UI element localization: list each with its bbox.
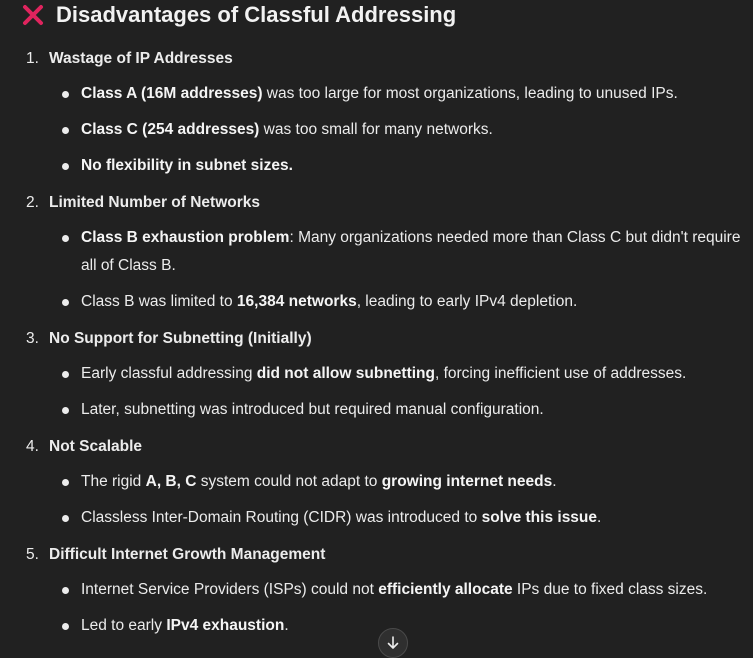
section-title: Difficult Internet Growth Management xyxy=(49,546,326,563)
text-segment: Class B was limited to xyxy=(81,293,237,310)
page-title: Disadvantages of Classful Addressing xyxy=(56,2,457,27)
bullet-dot xyxy=(62,91,69,98)
bold-text: solve this issue xyxy=(481,509,598,526)
bold-text: efficiently allocate xyxy=(378,581,513,598)
bold-text: No flexibility in subnet sizes. xyxy=(81,157,293,174)
bold-text: IPv4 exhaustion xyxy=(166,617,285,634)
x-mark-icon xyxy=(20,2,46,28)
bullet-dot xyxy=(62,623,69,630)
section-number: 1. xyxy=(26,50,39,67)
list-item: Class C (254 addresses) was too small fo… xyxy=(81,116,747,144)
bullet-dot xyxy=(62,587,69,594)
section-number: 4. xyxy=(26,438,39,455)
list-item: Class B exhaustion problem: Many organiz… xyxy=(81,224,747,280)
text-segment: The rigid xyxy=(81,473,146,490)
arrow-down-icon xyxy=(386,636,400,650)
bullet-dot xyxy=(62,163,69,170)
section-title: No Support for Subnetting (Initially) xyxy=(49,330,312,347)
page-heading: Disadvantages of Classful Addressing xyxy=(20,0,456,30)
list-item: Classless Inter-Domain Routing (CIDR) wa… xyxy=(81,504,747,532)
bullet-dot xyxy=(62,371,69,378)
bold-text: Class B exhaustion problem xyxy=(81,229,290,246)
section-number: 5. xyxy=(26,546,39,563)
text-segment: Later, subnetting was introduced but req… xyxy=(81,401,544,418)
text-segment: Classless Inter-Domain Routing (CIDR) wa… xyxy=(81,509,482,526)
bullet-dot xyxy=(62,515,69,522)
text-segment: . xyxy=(597,509,602,526)
text-segment: was too large for most organizations, le… xyxy=(262,85,678,102)
text-segment: , forcing inefficient use of addresses. xyxy=(434,365,687,382)
text-segment: Led to early xyxy=(81,617,167,634)
bold-text: A, B, C xyxy=(145,473,197,490)
section-title: Wastage of IP Addresses xyxy=(49,50,233,67)
bullet-dot xyxy=(62,479,69,486)
bullet-dot xyxy=(62,407,69,414)
text-segment: system could not adapt to xyxy=(196,473,382,490)
section-number: 2. xyxy=(26,194,39,211)
text-segment: . xyxy=(552,473,557,490)
list-item: Later, subnetting was introduced but req… xyxy=(81,396,747,424)
bold-text: 16,384 networks xyxy=(236,293,357,310)
bullet-dot xyxy=(62,299,69,306)
list-item: Class B was limited to 16,384 networks, … xyxy=(81,288,747,316)
section-title: Not Scalable xyxy=(49,438,143,455)
list-item: No flexibility in subnet sizes. xyxy=(81,152,747,180)
list-item: The rigid A, B, C system could not adapt… xyxy=(81,468,747,496)
bold-text: Class C (254 addresses) xyxy=(81,121,260,138)
text-segment: Internet Service Providers (ISPs) could … xyxy=(81,581,379,598)
text-segment: IPs due to fixed class sizes. xyxy=(512,581,708,598)
section-title: Limited Number of Networks xyxy=(49,194,260,211)
text-segment: . xyxy=(284,617,289,634)
text-segment: Early classful addressing xyxy=(81,365,257,382)
text-segment: was too small for many networks. xyxy=(259,121,493,138)
list-item: Class A (16M addresses) was too large fo… xyxy=(81,80,747,108)
bold-text: did not allow subnetting xyxy=(256,365,435,382)
list-item: Early classful addressing did not allow … xyxy=(81,360,747,388)
bullet-dot xyxy=(62,235,69,242)
bold-text: growing internet needs xyxy=(381,473,553,490)
section-number: 3. xyxy=(26,330,39,347)
bullet-dot xyxy=(62,127,69,134)
list-item: Internet Service Providers (ISPs) could … xyxy=(81,576,747,604)
bold-text: Class A (16M addresses) xyxy=(81,85,263,102)
list-item: Led to early IPv4 exhaustion. xyxy=(81,612,747,640)
text-segment: , leading to early IPv4 depletion. xyxy=(356,293,578,310)
